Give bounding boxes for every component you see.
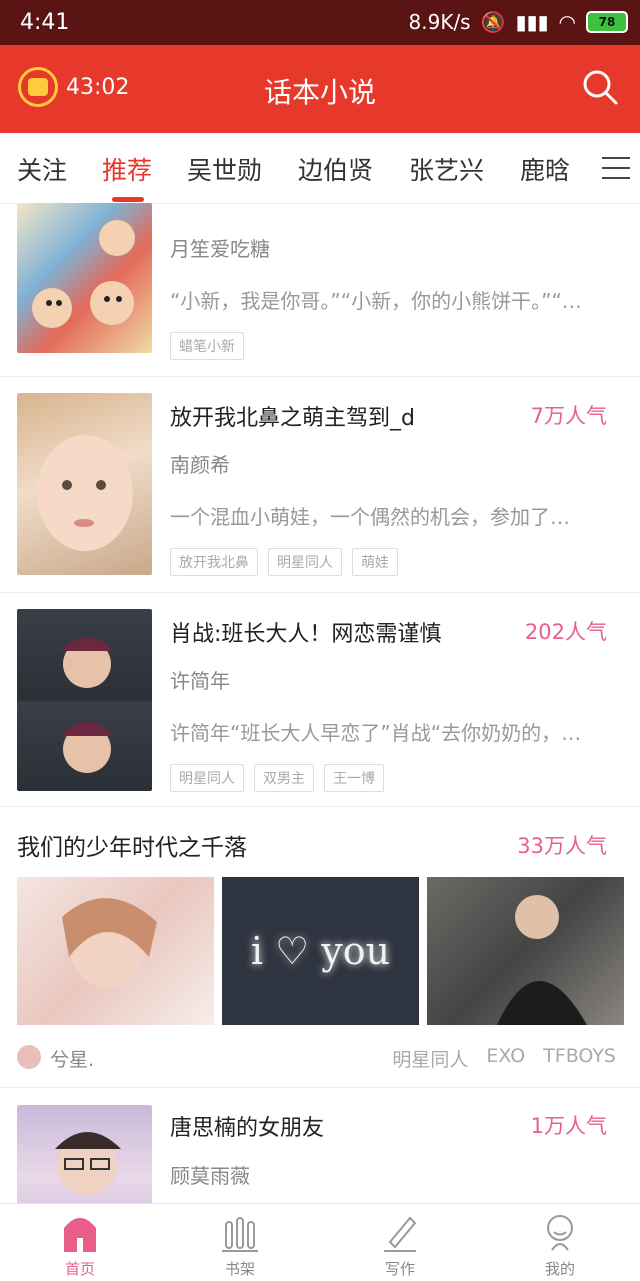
story-cover (17, 393, 152, 575)
nav-home[interactable]: 首页 (30, 1210, 130, 1279)
list-item[interactable]: 肖战:班长大人！网恋需谨慎 202人气 许简年 许简年“班长大人早恋了”肖战“去… (0, 593, 640, 807)
app-title: 话本小说 (263, 76, 376, 109)
story-tag[interactable]: 明星同人 (268, 548, 342, 576)
bottom-nav: 首页 书架 写作 我的 (0, 1203, 640, 1281)
featured-author: 兮星. (50, 1049, 95, 1071)
featured-tag[interactable]: 明星同人 (392, 1045, 468, 1072)
story-title: 放开我北鼻之萌主驾到_d (170, 406, 415, 431)
story-tag[interactable]: 放开我北鼻 (170, 548, 258, 576)
nav-label: 我的 (544, 1260, 575, 1278)
bookshelf-icon (190, 1210, 290, 1252)
photo-neon-text: i ♡ you (250, 929, 391, 973)
nav-label: 首页 (64, 1260, 95, 1278)
app-header: 43:02 话本小说 (0, 45, 640, 133)
tab-lu-han[interactable]: 鹿晗 (520, 151, 570, 187)
featured-tags: 明星同人 EXO TFBOYS (392, 1045, 616, 1072)
story-tag[interactable]: 王一博 (324, 764, 384, 792)
battery-icon: 78 (586, 11, 628, 33)
story-author: 顾莫雨薇 (170, 1164, 250, 1188)
list-item[interactable]: 唐思楠的女朋友 1万人气 顾莫雨薇 (0, 1088, 640, 1203)
tab-wu-shixun[interactable]: 吴世勋 (187, 151, 262, 187)
signal-icon: ▮▮▮ (515, 10, 549, 34)
search-icon[interactable] (580, 67, 620, 111)
story-cover (17, 609, 152, 791)
featured-photo-1 (17, 877, 214, 1025)
featured-tag[interactable]: EXO (486, 1045, 525, 1072)
featured-title: 我们的少年时代之千落 (17, 835, 247, 861)
story-description: 许简年“班长大人早恋了”肖战“去你奶奶的，… (170, 721, 582, 745)
story-tag[interactable]: 萌娃 (352, 548, 398, 576)
featured-tag[interactable]: TFBOYS (543, 1045, 616, 1072)
home-icon (30, 1210, 130, 1252)
featured-photo-3 (427, 877, 624, 1025)
story-description: 一个混血小萌娃，一个偶然的机会，参加了… (170, 505, 570, 529)
mute-bell-icon: 🔕 (480, 10, 506, 34)
category-tabs: 关注 推荐 吴世勋 边伯贤 张艺兴 鹿晗 (0, 133, 640, 204)
story-tags: 蜡笔小新 (170, 332, 244, 360)
nav-write[interactable]: 写作 (350, 1210, 450, 1279)
story-description: “小新，我是你哥。”“小新，你的小熊饼干。”“… (170, 289, 582, 313)
list-item[interactable]: 月笙爱吃糖 “小新，我是你哥。”“小新，你的小熊饼干。”“… 蜡笔小新 (0, 203, 640, 377)
nav-label: 写作 (384, 1260, 415, 1278)
story-author: 许简年 (170, 669, 230, 693)
story-tags: 明星同人 双男主 王一博 (170, 764, 384, 792)
tab-zhang-yixing[interactable]: 张艺兴 (409, 151, 484, 187)
popularity: 7万人气 (530, 404, 607, 428)
author-avatar (17, 1045, 41, 1069)
tab-recommend[interactable]: 推荐 (102, 151, 152, 187)
story-tag[interactable]: 蜡笔小新 (170, 332, 244, 360)
list-item[interactable]: 放开我北鼻之萌主驾到_d 7万人气 南颜希 一个混血小萌娃，一个偶然的机会，参加… (0, 377, 640, 593)
tab-follow[interactable]: 关注 (17, 151, 67, 187)
nav-bookshelf[interactable]: 书架 (190, 1210, 290, 1279)
story-tag[interactable]: 明星同人 (170, 764, 244, 792)
active-tab-indicator (112, 197, 144, 202)
story-author: 南颜希 (170, 453, 230, 477)
popularity: 1万人气 (530, 1114, 607, 1138)
status-time: 4:41 (20, 10, 70, 35)
story-title: 肖战:班长大人！网恋需谨慎 (170, 622, 442, 647)
nav-label: 书架 (224, 1260, 255, 1278)
story-author: 月笙爱吃糖 (170, 237, 270, 261)
tab-bian-boxian[interactable]: 边伯贤 (298, 151, 373, 187)
story-cover (17, 203, 152, 353)
featured-photo-2: i ♡ you (222, 877, 419, 1025)
status-bar: 4:41 8.9K/s 🔕 ▮▮▮ ◠ 78 (0, 0, 640, 45)
nav-profile[interactable]: 我的 (510, 1210, 610, 1279)
menu-icon[interactable] (602, 157, 630, 187)
popularity: 202人气 (524, 620, 607, 644)
featured-popularity: 33万人气 (517, 834, 607, 858)
wifi-icon: ◠ (558, 10, 576, 34)
story-title: 唐思楠的女朋友 (170, 1116, 325, 1141)
feed: 月笙爱吃糖 “小新，我是你哥。”“小新，你的小熊饼干。”“… 蜡笔小新 放开我北… (0, 203, 640, 1203)
profile-icon (510, 1210, 610, 1252)
story-tag[interactable]: 双男主 (254, 764, 314, 792)
story-tags: 放开我北鼻 明星同人 萌娃 (170, 548, 398, 576)
pen-icon (350, 1210, 450, 1252)
story-cover (17, 1105, 152, 1203)
network-speed: 8.9K/s (408, 10, 471, 34)
